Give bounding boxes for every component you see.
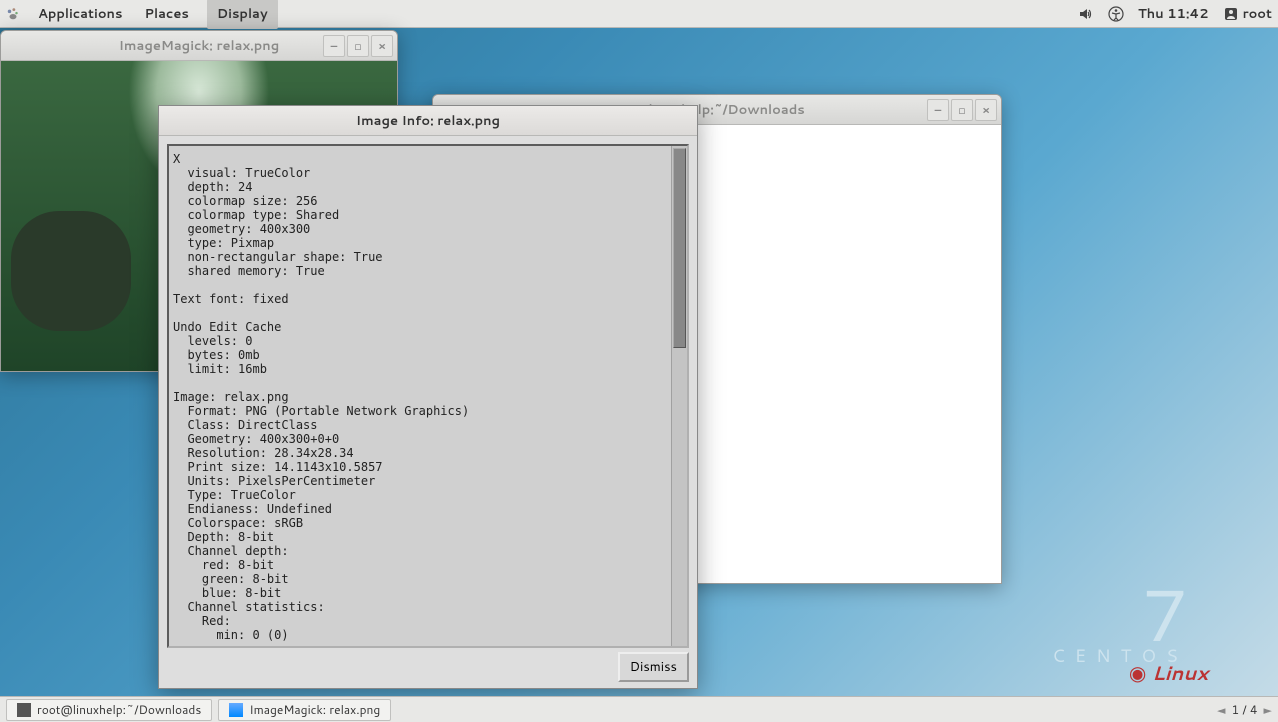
user-label: root [1243, 5, 1272, 23]
top-panel: Applications Places Display Thu 11:42 ro… [0, 0, 1278, 28]
taskbar-entry[interactable]: root@linuxhelp:~/Downloads [6, 699, 212, 721]
imagemagick-title: ImageMagick: relax.png [119, 37, 279, 55]
scrollbar-thumb[interactable] [673, 148, 686, 348]
user-menu[interactable]: root [1223, 5, 1272, 23]
minimize-button[interactable]: – [927, 99, 949, 121]
linuxhelp-logo: ◉ Linux [1129, 659, 1208, 687]
chevron-right-icon[interactable]: ► [1264, 702, 1272, 718]
im-window-controls: – ▫ × [323, 35, 393, 57]
clock[interactable]: Thu 11:42 [1138, 5, 1209, 23]
bottom-taskbar: root@linuxhelp:~/Downloads ImageMagick: … [0, 696, 1278, 722]
active-app-menu[interactable]: Display [207, 0, 278, 29]
image-info-dialog: Image Info: relax.png X visual: TrueColo… [158, 105, 698, 689]
volume-icon[interactable] [1078, 6, 1094, 22]
linuxhelp-text: Linux [1152, 659, 1208, 687]
scrollbar[interactable] [671, 146, 687, 646]
fb-window-controls: – ▫ × [927, 99, 997, 121]
image-info-title: Image Info: relax.png [356, 112, 500, 130]
user-icon [1223, 6, 1239, 22]
minimize-button[interactable]: – [323, 35, 345, 57]
places-menu[interactable]: Places [140, 0, 192, 29]
applications-menu[interactable]: Applications [34, 0, 126, 29]
taskbar-right: ◄ 1 / 4 ► [1217, 701, 1272, 718]
close-button[interactable]: × [371, 35, 393, 57]
workspace-switcher[interactable]: ◄ 1 / 4 ► [1217, 701, 1272, 718]
panel-left: Applications Places Display [6, 0, 278, 29]
close-button[interactable]: × [975, 99, 997, 121]
terminal-icon [17, 703, 31, 717]
centos-brand: 7 CENTOS [1052, 586, 1188, 662]
image-info-titlebar[interactable]: Image Info: relax.png [159, 106, 697, 136]
panel-right: Thu 11:42 root [1078, 5, 1272, 23]
image-info-body: X visual: TrueColor depth: 24 colormap s… [167, 144, 689, 648]
taskbar-entry-label: ImageMagick: relax.png [249, 701, 380, 718]
accessibility-icon[interactable] [1108, 6, 1124, 22]
workspace-label: 1 / 4 [1231, 701, 1257, 718]
taskbar-entry[interactable]: ImageMagick: relax.png [218, 699, 391, 721]
gnome-foot-icon [6, 7, 20, 21]
image-info-text[interactable]: X visual: TrueColor depth: 24 colormap s… [169, 146, 671, 646]
maximize-button[interactable]: ▫ [951, 99, 973, 121]
maximize-button[interactable]: ▫ [347, 35, 369, 57]
taskbar-entry-label: root@linuxhelp:~/Downloads [37, 701, 201, 718]
imagemagick-icon [229, 703, 243, 717]
imagemagick-titlebar[interactable]: ImageMagick: relax.png – ▫ × [1, 31, 397, 61]
chevron-left-icon[interactable]: ◄ [1217, 702, 1225, 718]
dismiss-button[interactable]: Dismiss [618, 652, 689, 682]
dialog-button-row: Dismiss [167, 652, 689, 682]
